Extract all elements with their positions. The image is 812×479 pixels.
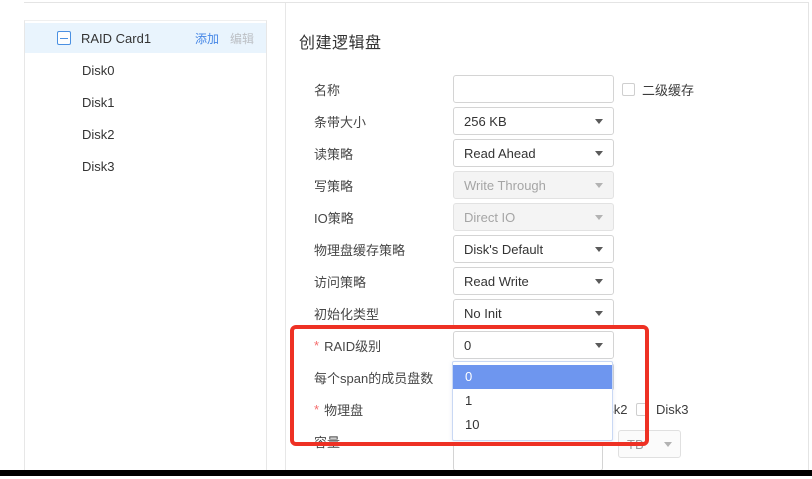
raid-tree-sidebar: RAID Card1 添加 编辑 Disk0 Disk1 Disk2 Disk3: [24, 20, 267, 470]
read-policy-label: 读策略: [286, 144, 453, 163]
add-link[interactable]: 添加: [195, 30, 219, 47]
raid-level-select[interactable]: 0: [453, 331, 614, 359]
write-policy-value: Write Through: [464, 178, 546, 193]
raid-level-option-1[interactable]: 1: [453, 389, 612, 413]
form-row-disk-cache-policy: 物理盘缓存策略 Disk's Default: [286, 233, 808, 265]
write-policy-select: Write Through: [453, 171, 614, 199]
form-row-access-policy: 访问策略 Read Write: [286, 265, 808, 297]
disks-per-span-label: 每个span的成员盘数: [286, 368, 453, 387]
chevron-down-icon: [595, 215, 603, 220]
sidebar-item-disk1[interactable]: Disk1: [25, 87, 266, 119]
sidebar-item-raid-card[interactable]: RAID Card1 添加 编辑: [25, 23, 266, 53]
init-type-label: 初始化类型: [286, 304, 453, 323]
frame-right-border: [808, 2, 809, 470]
read-policy-select[interactable]: Read Ahead: [453, 139, 614, 167]
form-row-init-type: 初始化类型 No Init: [286, 297, 808, 329]
form-row-io-policy: IO策略 Direct IO: [286, 201, 808, 233]
stripe-size-select[interactable]: 256 KB: [453, 107, 614, 135]
capacity-unit-select[interactable]: TB: [618, 430, 681, 458]
secondary-cache-label: 二级缓存: [642, 80, 694, 99]
raid-level-value: 0: [464, 338, 471, 353]
form-row-stripe-size: 条带大小 256 KB: [286, 105, 808, 137]
init-type-value: No Init: [464, 306, 502, 321]
required-asterisk: *: [314, 402, 319, 417]
capacity-unit-value: TB: [627, 437, 644, 452]
form-row-name: 名称 二级缓存: [286, 73, 808, 105]
disk-list: Disk0 Disk1 Disk2 Disk3: [25, 55, 266, 183]
form-row-read-policy: 读策略 Read Ahead: [286, 137, 808, 169]
disk3-checkbox[interactable]: [636, 403, 649, 416]
disk-cache-policy-label: 物理盘缓存策略: [286, 240, 453, 259]
disk-cache-policy-value: Disk's Default: [464, 242, 543, 257]
form-row-raid-level: * RAID级别 0: [286, 329, 808, 361]
name-input[interactable]: [453, 75, 614, 103]
access-policy-value: Read Write: [464, 274, 529, 289]
name-label: 名称: [286, 80, 453, 99]
write-policy-label: 写策略: [286, 176, 453, 195]
raid-level-label: * RAID级别: [286, 336, 453, 355]
chevron-down-icon: [595, 183, 603, 188]
chevron-down-icon: [595, 279, 603, 284]
chevron-down-icon: [664, 442, 672, 447]
access-policy-select[interactable]: Read Write: [453, 267, 614, 295]
raid-config-page: RAID Card1 添加 编辑 Disk0 Disk1 Disk2 Disk3…: [0, 0, 812, 479]
secondary-cache-option[interactable]: 二级缓存: [622, 80, 694, 99]
chevron-down-icon: [595, 343, 603, 348]
edit-link[interactable]: 编辑: [230, 30, 254, 47]
capacity-input[interactable]: [453, 443, 603, 471]
io-policy-select: Direct IO: [453, 203, 614, 231]
raid-level-dropdown-menu: 0 1 10: [452, 361, 613, 441]
chevron-down-icon: [595, 119, 603, 124]
secondary-cache-checkbox[interactable]: [622, 83, 635, 96]
access-policy-label: 访问策略: [286, 272, 453, 291]
chevron-down-icon: [595, 311, 603, 316]
physical-disk-option-disk3[interactable]: Disk3: [636, 402, 697, 417]
collapse-minus-icon[interactable]: [57, 31, 71, 45]
raid-card-label: RAID Card1: [81, 31, 195, 46]
disk-cache-policy-select[interactable]: Disk's Default: [453, 235, 614, 263]
chevron-down-icon: [595, 247, 603, 252]
sidebar-item-disk0[interactable]: Disk0: [25, 55, 266, 87]
io-policy-label: IO策略: [286, 208, 453, 227]
read-policy-value: Read Ahead: [464, 146, 536, 161]
stripe-size-value: 256 KB: [464, 114, 507, 129]
capacity-label: 容量: [286, 432, 453, 451]
physical-disks-label: * 物理盘: [286, 400, 453, 419]
page-title: 创建逻辑盘: [299, 29, 382, 53]
chevron-down-icon: [595, 151, 603, 156]
form-row-write-policy: 写策略 Write Through: [286, 169, 808, 201]
raid-level-option-0[interactable]: 0: [453, 365, 612, 389]
stripe-size-label: 条带大小: [286, 112, 453, 131]
init-type-select[interactable]: No Init: [453, 299, 614, 327]
io-policy-value: Direct IO: [464, 210, 515, 225]
sidebar-item-disk2[interactable]: Disk2: [25, 119, 266, 151]
raid-level-option-10[interactable]: 10: [453, 413, 612, 437]
sidebar-item-disk3[interactable]: Disk3: [25, 151, 266, 183]
required-asterisk: *: [314, 338, 319, 353]
bottom-black-rule: [0, 470, 812, 476]
